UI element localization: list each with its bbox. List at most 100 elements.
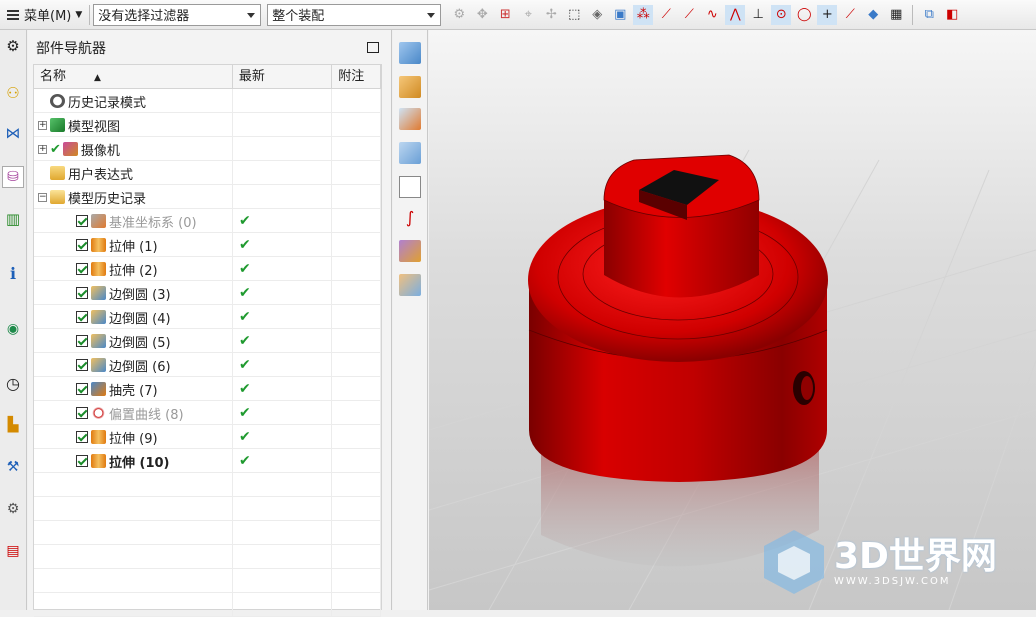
point-on-curve-icon[interactable]: ⟋ [840, 5, 860, 25]
feature-visibility-checkbox[interactable] [76, 311, 88, 323]
tree-row[interactable]: 拉伸 (10) ✔ [34, 449, 381, 473]
feature-visibility-checkbox[interactable] [76, 335, 88, 347]
end-point-icon[interactable]: ⟋ [656, 5, 676, 25]
rectangle-select-icon[interactable]: ⬚ [564, 5, 584, 25]
solid-body-icon[interactable]: ▣ [610, 5, 630, 25]
system-scene-icon[interactable]: ▤ [2, 540, 24, 562]
tree-row[interactable]: 抽壳 (7) ✔ [34, 377, 381, 401]
tree-row[interactable]: 拉伸 (2) ✔ [34, 257, 381, 281]
feature-visibility-checkbox[interactable] [76, 407, 88, 419]
feature-visibility-checkbox[interactable] [76, 359, 88, 371]
sketch-icon[interactable] [399, 176, 421, 198]
feature-visibility-checkbox[interactable] [76, 383, 88, 395]
extrude-icon [91, 430, 106, 444]
tree-row[interactable]: 边倒圆 (3) ✔ [34, 281, 381, 305]
tree-cell-notes [332, 401, 381, 425]
role-icon[interactable]: ⚙ [2, 498, 24, 520]
select-body-icon[interactable]: ✥ [472, 5, 492, 25]
tree-row[interactable]: 基准坐标系 (0) ✔ [34, 209, 381, 233]
process-studio-icon[interactable]: ▙ [2, 414, 24, 436]
tree-row[interactable]: + 模型视图 [34, 113, 381, 137]
mid-point-icon[interactable]: ⟋ [679, 5, 699, 25]
arc-center-icon[interactable]: ⊙ [771, 4, 792, 25]
tree-cell-latest: ✔ [233, 449, 333, 473]
tree-row[interactable]: − 模型历史记录 [34, 185, 381, 209]
box-feature-icon[interactable] [399, 42, 421, 64]
history-icon[interactable]: ◷ [2, 372, 24, 394]
render-style-icon[interactable] [399, 274, 421, 296]
part-navigator-icon[interactable]: ⛁ [2, 166, 24, 188]
quadrant-icon[interactable]: ◯ [794, 5, 814, 25]
empty-cell [332, 497, 381, 521]
tree-cell-latest: ✔ [233, 353, 333, 377]
view-fit-icon[interactable]: ⧉ [919, 5, 939, 25]
snap-points-icon[interactable]: ⁂ [633, 4, 654, 25]
face-select-icon[interactable]: ◈ [587, 5, 607, 25]
toolbar-icons: ⚙ ✥ ⊞ ⌖ ✢ ⬚ ◈ ▣ ⁂ ⟋ ⟋ ∿ ⋀ ⊥ ⊙ ◯ + ⟋ ◆ ▦ … [449, 4, 962, 25]
column-header-name[interactable]: 名称 ▲ [34, 65, 233, 88]
column-header-row: 名称 ▲ 最新 附注 [34, 65, 382, 89]
menu-button[interactable]: 菜单(M) ▼ [2, 3, 86, 27]
maximize-icon[interactable] [367, 42, 379, 53]
watermark-brand: 3D世界网 [834, 535, 997, 577]
tree-row[interactable]: 边倒圆 (6) ✔ [34, 353, 381, 377]
feature-visibility-checkbox[interactable] [76, 239, 88, 251]
perpendicular-icon[interactable]: ⊥ [748, 5, 768, 25]
tree-row[interactable]: 历史记录模式 [34, 89, 381, 113]
datum-plane-icon[interactable] [399, 108, 421, 130]
tree-row[interactable]: 拉伸 (1) ✔ [34, 233, 381, 257]
expand-toggle[interactable]: + [38, 144, 47, 154]
web-browser-icon[interactable]: ◉ [2, 318, 24, 340]
feature-visibility-checkbox[interactable] [76, 215, 88, 227]
tree-cell-notes [332, 281, 381, 305]
tree-row[interactable]: 用户表达式 [34, 161, 381, 185]
feature-visibility-checkbox[interactable] [76, 455, 88, 467]
manufacturing-wizards-icon[interactable]: ⚒ [2, 456, 24, 478]
reuse-library-icon[interactable]: ▥ [2, 208, 24, 230]
feature-visibility-checkbox[interactable] [76, 287, 88, 299]
column-header-latest[interactable]: 最新 [233, 65, 333, 88]
feature-visibility-checkbox[interactable] [76, 431, 88, 443]
sheet-body-icon[interactable] [399, 142, 421, 164]
column-header-notes[interactable]: 附注 [332, 65, 382, 88]
settings-icon[interactable]: ⚙ [2, 35, 24, 57]
assembly-navigator-icon[interactable]: ⚇ [2, 82, 24, 104]
curve-point-icon[interactable]: ∿ [702, 5, 722, 25]
tree-row[interactable]: 偏置曲线 (8) ✔ [34, 401, 381, 425]
tree-row-label: 模型视图 [68, 119, 121, 135]
tree-cell-latest: ✔ [233, 377, 333, 401]
tree-cell-name: 拉伸 (9) [34, 425, 233, 449]
select-feature-icon[interactable]: ⚙ [449, 5, 469, 25]
tree-cell-latest: ✔ [233, 281, 333, 305]
existing-point-icon[interactable]: + [817, 4, 838, 25]
curve-icon[interactable]: ∫ [399, 208, 421, 230]
tree-cell-notes [332, 185, 381, 209]
tree-row[interactable]: 边倒圆 (4) ✔ [34, 305, 381, 329]
edge-blend-icon [91, 286, 106, 300]
hd3d-tools-icon[interactable]: ℹ [2, 262, 24, 284]
cylinder-feature-icon[interactable] [399, 76, 421, 98]
feature-visibility-checkbox[interactable] [76, 263, 88, 275]
point-on-face-icon[interactable]: ◆ [863, 5, 883, 25]
analysis-icon[interactable] [399, 240, 421, 262]
expand-toggle[interactable]: − [38, 192, 47, 202]
tree-row[interactable]: 边倒圆 (5) ✔ [34, 329, 381, 353]
select-curve-icon[interactable]: ⌖ [518, 5, 538, 25]
tree-row[interactable]: + ✔ 摄像机 [34, 137, 381, 161]
constraint-navigator-icon[interactable]: ⋈ [2, 122, 24, 144]
intersect-icon[interactable]: ⋀ [725, 4, 746, 25]
graphics-viewport[interactable] [429, 30, 1036, 610]
tree-row-label: 边倒圆 (4) [109, 311, 171, 327]
tree-row[interactable]: 拉伸 (9) ✔ [34, 425, 381, 449]
selection-filter-dropdown[interactable]: 没有选择过滤器 [93, 3, 262, 26]
tree-cell-name: 用户表达式 [34, 161, 233, 185]
expand-toggle[interactable]: + [38, 120, 47, 130]
assembly-scope-dropdown[interactable]: 整个装配 [267, 3, 442, 26]
grid-icon[interactable]: ▦ [886, 5, 906, 25]
latest-check-icon: ✔ [238, 405, 251, 421]
tree-row-label: 边倒圆 (5) [109, 335, 171, 351]
select-edge-icon[interactable]: ✢ [541, 5, 561, 25]
select-type-icon[interactable]: ⊞ [495, 5, 515, 25]
tree-row-label: 偏置曲线 (8) [109, 407, 184, 423]
view-orient-icon[interactable]: ◧ [942, 5, 962, 25]
